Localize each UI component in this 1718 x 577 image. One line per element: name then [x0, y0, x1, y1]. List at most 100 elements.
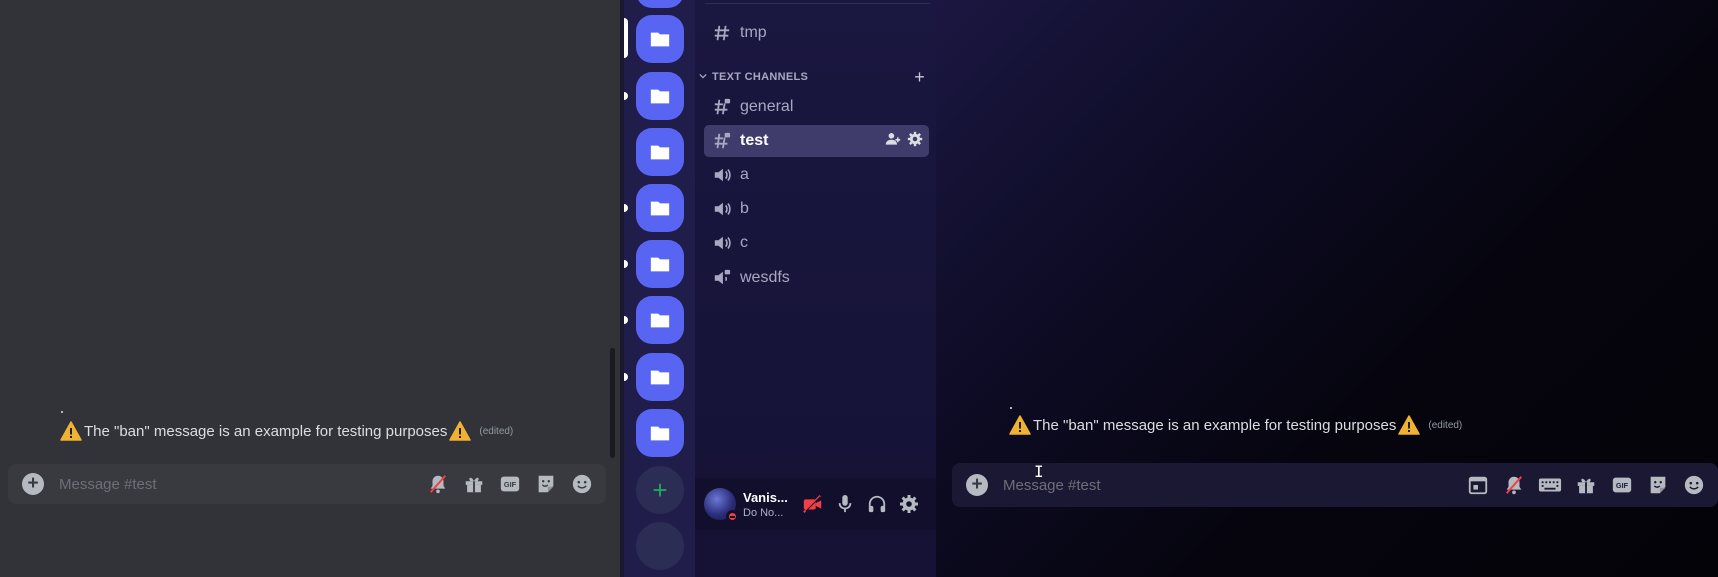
channel-tmp[interactable]: tmp — [704, 17, 929, 49]
folder-icon — [650, 257, 670, 272]
channel-general[interactable]: general — [704, 91, 929, 123]
gear-icon[interactable] — [907, 131, 923, 152]
folder-icon — [650, 370, 670, 385]
warning-icon — [60, 421, 82, 441]
avatar[interactable] — [704, 488, 739, 523]
channel-wesdfs[interactable]: wesdfs — [704, 262, 929, 294]
channel-label: c — [740, 234, 748, 251]
server-icon[interactable] — [636, 240, 684, 288]
sidebar-divider — [705, 3, 930, 4]
attach-plus-icon[interactable]: + — [966, 474, 988, 496]
category-text-channels[interactable]: TEXT CHANNELS + — [699, 67, 925, 88]
emoji-icon[interactable] — [1682, 473, 1706, 497]
keyboard-icon[interactable] — [1538, 473, 1562, 497]
sticker-icon[interactable] — [1646, 473, 1670, 497]
channel-c[interactable]: c — [704, 227, 929, 259]
calendar-icon[interactable] — [1466, 473, 1490, 497]
attach-plus-icon[interactable]: + — [22, 473, 44, 495]
unread-indicator — [624, 92, 628, 100]
folder-icon — [650, 145, 670, 160]
channel-sidebar: tmp TEXT CHANNELS + general test a b c w… — [695, 0, 936, 577]
channel-label: test — [740, 132, 769, 149]
server-icon[interactable] — [636, 353, 684, 401]
text-cursor-icon: I — [1034, 462, 1044, 481]
user-status: Do No... — [743, 506, 784, 519]
message-composer[interactable]: + Message #test GIF — [8, 464, 606, 504]
speaker-icon — [712, 199, 732, 219]
message-dot — [61, 411, 63, 413]
dnd-status-icon — [726, 510, 739, 523]
add-server-button[interactable]: + — [636, 466, 684, 514]
unread-indicator — [624, 316, 628, 324]
locked-hash-icon — [712, 131, 732, 151]
channel-label: b — [740, 200, 749, 217]
server-icon[interactable] — [636, 128, 684, 176]
mute-bell-icon[interactable] — [1502, 473, 1526, 497]
edited-label: (edited) — [479, 425, 514, 437]
server-icon[interactable] — [636, 15, 684, 63]
chat-message[interactable]: The "ban" message is an example for test… — [58, 421, 513, 441]
edited-label: (edited) — [1428, 419, 1463, 431]
sticker-icon[interactable] — [534, 472, 558, 496]
category-label: TEXT CHANNELS — [712, 71, 809, 83]
message-input[interactable]: Message #test — [59, 476, 426, 493]
message-text: The "ban" message is an example for test… — [1033, 416, 1397, 434]
locked-hash-icon — [712, 97, 732, 117]
speaker-icon — [712, 165, 732, 185]
locked-speaker-icon — [712, 268, 732, 288]
message-text: The "ban" message is an example for test… — [84, 422, 448, 440]
invite-member-icon[interactable] — [885, 131, 901, 152]
server-icon[interactable] — [636, 0, 684, 8]
selected-server-indicator — [624, 18, 628, 58]
unread-indicator — [624, 260, 628, 268]
channel-test[interactable]: test — [704, 125, 929, 157]
channel-a[interactable]: a — [704, 159, 929, 191]
app-root: The "ban" message is an example for test… — [0, 0, 1718, 577]
unread-indicator — [624, 204, 628, 212]
gift-icon[interactable] — [462, 472, 486, 496]
channel-label: tmp — [740, 24, 767, 41]
channel-label: general — [740, 98, 794, 115]
svg-text:GIF: GIF — [1616, 481, 1629, 490]
server-icon[interactable] — [636, 72, 684, 120]
chat-message[interactable]: The "ban" message is an example for test… — [1007, 415, 1462, 435]
channel-label: a — [740, 166, 749, 183]
folder-icon — [650, 32, 670, 47]
gif-icon[interactable]: GIF — [1610, 473, 1634, 497]
server-icon[interactable] — [636, 409, 684, 457]
server-icon[interactable] — [636, 184, 684, 232]
headphones-icon[interactable] — [865, 492, 889, 516]
camera-off-icon[interactable] — [801, 492, 825, 516]
username: Vanis... — [743, 489, 788, 505]
speaker-icon — [712, 233, 732, 253]
add-channel-icon[interactable]: + — [914, 67, 925, 88]
svg-text:GIF: GIF — [504, 480, 517, 489]
message-dot — [1010, 407, 1012, 409]
folder-icon — [650, 426, 670, 441]
warning-icon — [449, 421, 472, 441]
channel-label: wesdfs — [740, 269, 790, 286]
user-info[interactable]: Vanis... Do No... — [743, 490, 793, 519]
scrollbar-thumb[interactable] — [610, 348, 615, 458]
left-chat-pane: The "ban" message is an example for test… — [0, 0, 622, 577]
gif-icon[interactable]: GIF — [498, 472, 522, 496]
emoji-icon[interactable] — [570, 472, 594, 496]
server-icon[interactable] — [636, 296, 684, 344]
hash-icon — [712, 23, 732, 43]
chevron-down-icon — [699, 71, 709, 83]
server-rail: + — [624, 0, 695, 577]
folder-icon — [650, 201, 670, 216]
message-input[interactable]: Message #test — [1003, 477, 1466, 494]
unread-indicator — [624, 373, 628, 381]
message-composer[interactable]: + Message #test GIF — [952, 463, 1718, 507]
plus-icon: + — [652, 474, 668, 505]
microphone-icon[interactable] — [833, 492, 857, 516]
channel-b[interactable]: b — [704, 193, 929, 225]
folder-icon — [650, 313, 670, 328]
user-panel: Vanis... Do No... — [695, 478, 936, 530]
user-settings-gear-icon[interactable] — [897, 492, 921, 516]
warning-icon — [1009, 415, 1031, 435]
mute-bell-icon[interactable] — [426, 472, 450, 496]
discover-button[interactable] — [636, 522, 684, 570]
gift-icon[interactable] — [1574, 473, 1598, 497]
